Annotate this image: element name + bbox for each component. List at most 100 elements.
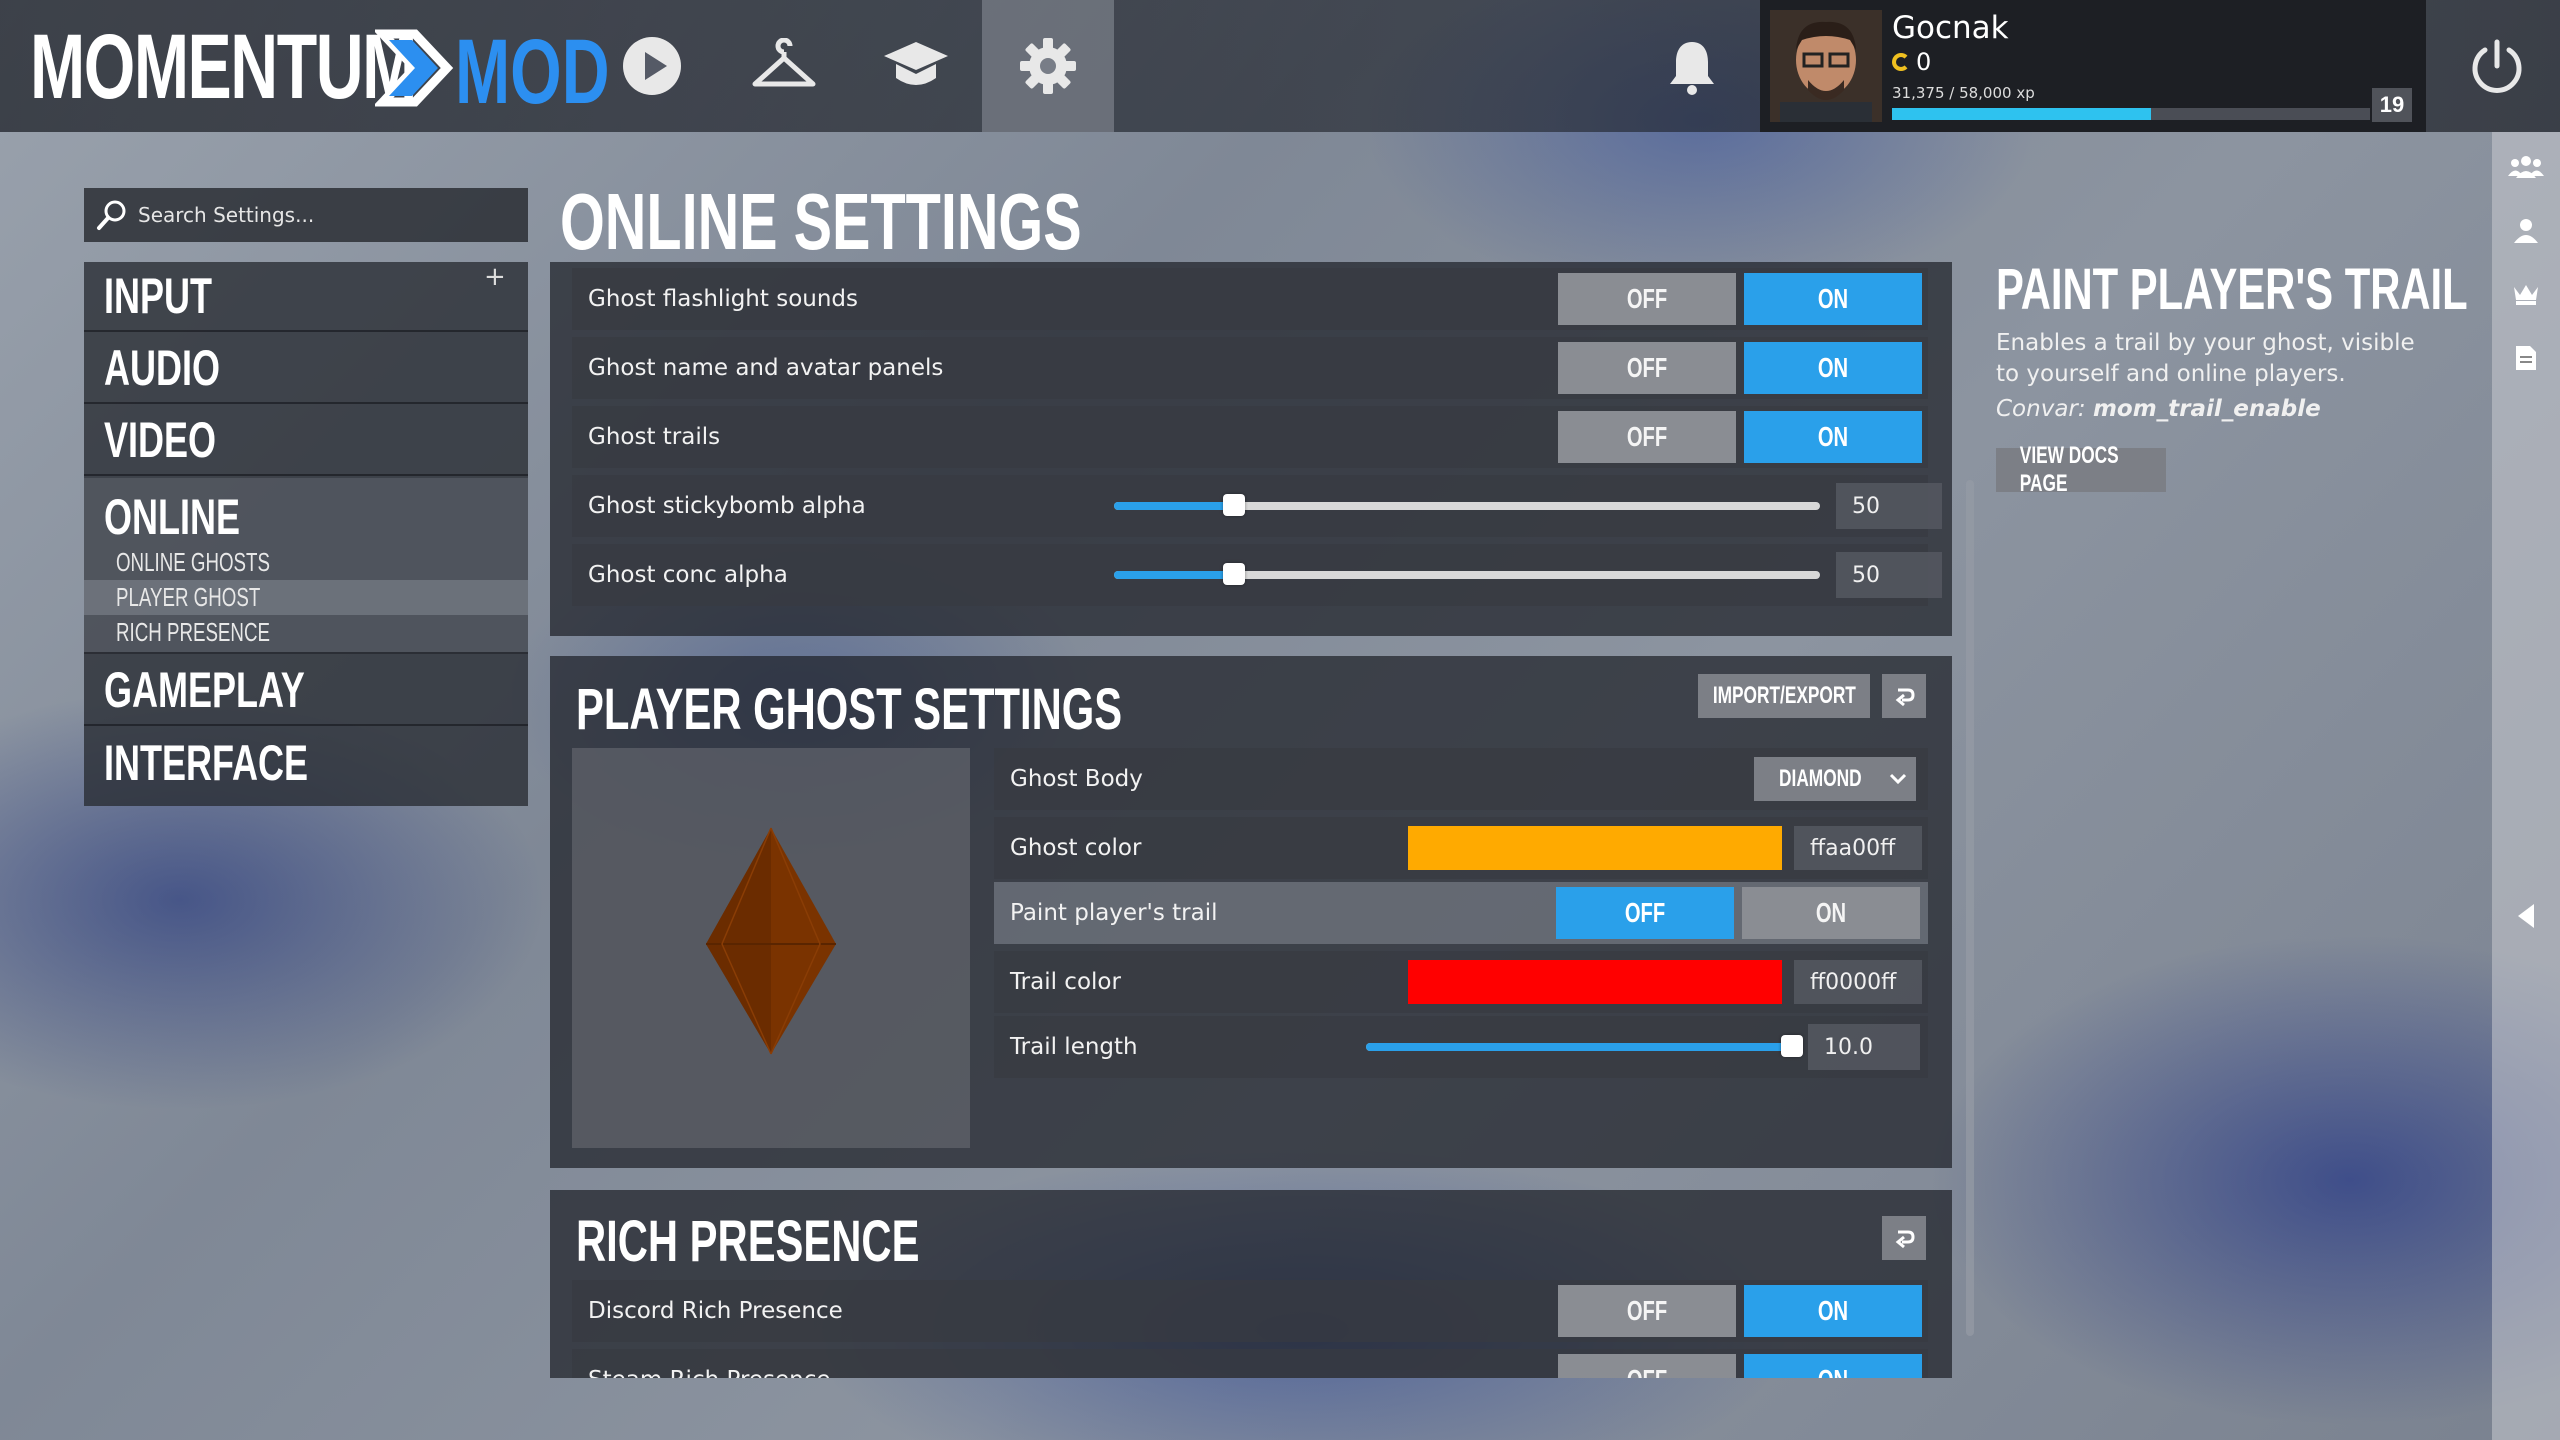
reset-icon xyxy=(1895,1230,1915,1249)
nav-cosmetics-button[interactable] xyxy=(718,0,850,132)
setting-label: Ghost name and avatar panels xyxy=(588,355,944,381)
hanger-icon xyxy=(752,38,816,87)
chevron-down-icon xyxy=(1889,773,1907,785)
nav-video[interactable]: VIDEO xyxy=(84,406,528,476)
nav-play-button[interactable] xyxy=(586,0,718,132)
logo-arrow-icon xyxy=(375,29,454,107)
setting-label: Trail length xyxy=(1010,1034,1138,1060)
xp-text: 31,375 / 58,000 xp xyxy=(1892,84,2035,102)
ghost-body-value: DIAMOND xyxy=(1778,765,1862,792)
setting-discord-rich-presence: Discord Rich Presence OFF ON xyxy=(572,1280,1928,1342)
toggle-on-button[interactable]: ON xyxy=(1744,1285,1922,1337)
page-title: ONLINE SETTINGS xyxy=(560,177,1082,266)
online-ghosts-panel: Ghost flashlight sounds OFF ON Ghost nam… xyxy=(550,262,1952,636)
ghost-color-hex-input[interactable]: ffaa00ff xyxy=(1794,826,1922,870)
toggle-off-label: OFF xyxy=(1624,897,1666,928)
nav-sub-player-ghost[interactable]: PLAYER GHOST xyxy=(84,580,528,615)
toggle-on-label: ON xyxy=(1817,283,1849,314)
momentum-mod-logo[interactable]: MOMENTUM MOD xyxy=(30,16,610,124)
nav-audio-label: AUDIO xyxy=(104,340,220,396)
trail-color-swatch[interactable] xyxy=(1408,960,1782,1004)
toggle-on-label: ON xyxy=(1817,352,1849,383)
toggle-off-button[interactable]: OFF xyxy=(1558,273,1736,325)
nav-interface[interactable]: INTERFACE xyxy=(84,728,528,798)
conc-alpha-slider[interactable] xyxy=(1114,563,1820,585)
setting-label: Paint player's trail xyxy=(1010,900,1218,926)
toggle-off-button[interactable]: OFF xyxy=(1558,342,1736,394)
level-badge: 19 xyxy=(2372,88,2412,122)
toggle-on-button[interactable]: ON xyxy=(1744,273,1922,325)
toggle-on-label: ON xyxy=(1815,897,1847,928)
slider-handle[interactable] xyxy=(1781,1035,1803,1057)
toggle-on-button[interactable]: ON xyxy=(1742,887,1920,939)
setting-label: Ghost Body xyxy=(1010,766,1143,792)
info-description: Enables a trail by your ghost, visible t… xyxy=(1996,330,2415,387)
bell-icon xyxy=(1670,42,1714,95)
setting-label: Discord Rich Presence xyxy=(588,1298,843,1324)
setting-label: Ghost flashlight sounds xyxy=(588,286,859,312)
import-export-button[interactable]: IMPORT/EXPORT xyxy=(1698,674,1870,718)
toggle-off-button[interactable]: OFF xyxy=(1558,411,1736,463)
view-docs-button[interactable]: VIEW DOCS PAGE xyxy=(1996,442,2166,497)
slider-handle[interactable] xyxy=(1223,563,1246,585)
nav-sub-online-ghosts[interactable]: ONLINE GHOSTS xyxy=(84,545,528,580)
toggle-on-button[interactable]: ON xyxy=(1744,342,1922,394)
power-icon xyxy=(2472,39,2522,93)
setting-ghost-trails: Ghost trails OFF ON xyxy=(572,406,1928,468)
info-convar: Convar: mom_trail_enable xyxy=(1996,396,2321,422)
changelog-button[interactable] xyxy=(2506,338,2546,378)
toggle-on-button[interactable]: ON xyxy=(1744,411,1922,463)
setting-trail-length: Trail length 10.0 xyxy=(994,1016,1928,1078)
setting-label: Ghost trails xyxy=(588,424,721,450)
conc-alpha-value-input[interactable]: 50 xyxy=(1836,552,1942,598)
toggle-on-label: ON xyxy=(1818,1364,1848,1378)
nav-gameplay[interactable]: GAMEPLAY xyxy=(84,656,528,726)
ghost-body-dropdown[interactable]: DIAMOND xyxy=(1754,757,1916,801)
leaderboards-button[interactable] xyxy=(2506,274,2546,314)
collapse-sidebar-button[interactable] xyxy=(2506,896,2546,936)
crown-icon xyxy=(2514,285,2538,305)
reset-icon xyxy=(1895,688,1915,707)
coin-count: 0 xyxy=(1916,48,1932,76)
trail-length-slider[interactable] xyxy=(1366,1035,1803,1057)
toggle-off-button[interactable]: OFF xyxy=(1558,1354,1736,1378)
expand-plus-icon: + xyxy=(484,262,506,292)
user-profile-card[interactable]: Gocnak 0 31,375 / 58,000 xp 19 xyxy=(1760,0,2426,132)
slider-fill xyxy=(1114,571,1235,579)
gear-icon xyxy=(1020,38,1076,94)
search-settings-field[interactable] xyxy=(84,188,528,242)
view-docs-label: VIEW DOCS PAGE xyxy=(2019,442,2119,497)
toggle-off-button[interactable]: OFF xyxy=(1558,1285,1736,1337)
reset-rich-presence-button[interactable] xyxy=(1882,1216,1926,1260)
toggle-off-button[interactable]: OFF xyxy=(1556,887,1734,939)
stickybomb-alpha-value-input[interactable]: 50 xyxy=(1836,483,1942,529)
toggle-off-label: OFF xyxy=(1626,352,1668,383)
profile-button[interactable] xyxy=(2506,210,2546,250)
xp-progress-fill xyxy=(1892,108,2151,120)
ghost-color-swatch[interactable] xyxy=(1408,826,1782,870)
nav-sub-online-ghosts-label: ONLINE GHOSTS xyxy=(116,547,270,577)
nav-gameplay-label: GAMEPLAY xyxy=(104,662,305,718)
ghost-preview[interactable] xyxy=(572,748,970,1148)
quit-button[interactable] xyxy=(2460,30,2534,104)
friends-button[interactable] xyxy=(2506,146,2546,186)
slider-handle[interactable] xyxy=(1223,494,1246,516)
rich-presence-section-title: RICH PRESENCE xyxy=(576,1209,920,1274)
trail-color-hex-input[interactable]: ff0000ff xyxy=(1794,960,1922,1004)
nav-audio[interactable]: AUDIO xyxy=(84,334,528,404)
nav-input[interactable]: INPUT + xyxy=(84,262,528,332)
reset-player-ghost-button[interactable] xyxy=(1882,674,1926,718)
nav-learn-button[interactable] xyxy=(850,0,982,132)
coin-icon xyxy=(1892,53,1910,71)
toggle-on-button[interactable]: ON xyxy=(1744,1354,1922,1378)
notifications-button[interactable] xyxy=(1655,30,1729,104)
settings-scrollbar[interactable] xyxy=(1966,480,1974,1336)
nav-settings-button[interactable] xyxy=(982,0,1114,132)
stickybomb-alpha-slider[interactable] xyxy=(1114,494,1820,516)
nav-sub-rich-presence[interactable]: RICH PRESENCE xyxy=(84,615,528,650)
setting-paint-players-trail: Paint player's trail OFF ON xyxy=(994,882,1928,944)
setting-steam-rich-presence: Steam Rich Presence OFF ON xyxy=(572,1349,1928,1378)
trail-length-value-input[interactable]: 10.0 xyxy=(1808,1024,1920,1070)
info-title: PAINT PLAYER'S TRAIL xyxy=(1996,257,2468,322)
search-input[interactable] xyxy=(138,203,498,227)
